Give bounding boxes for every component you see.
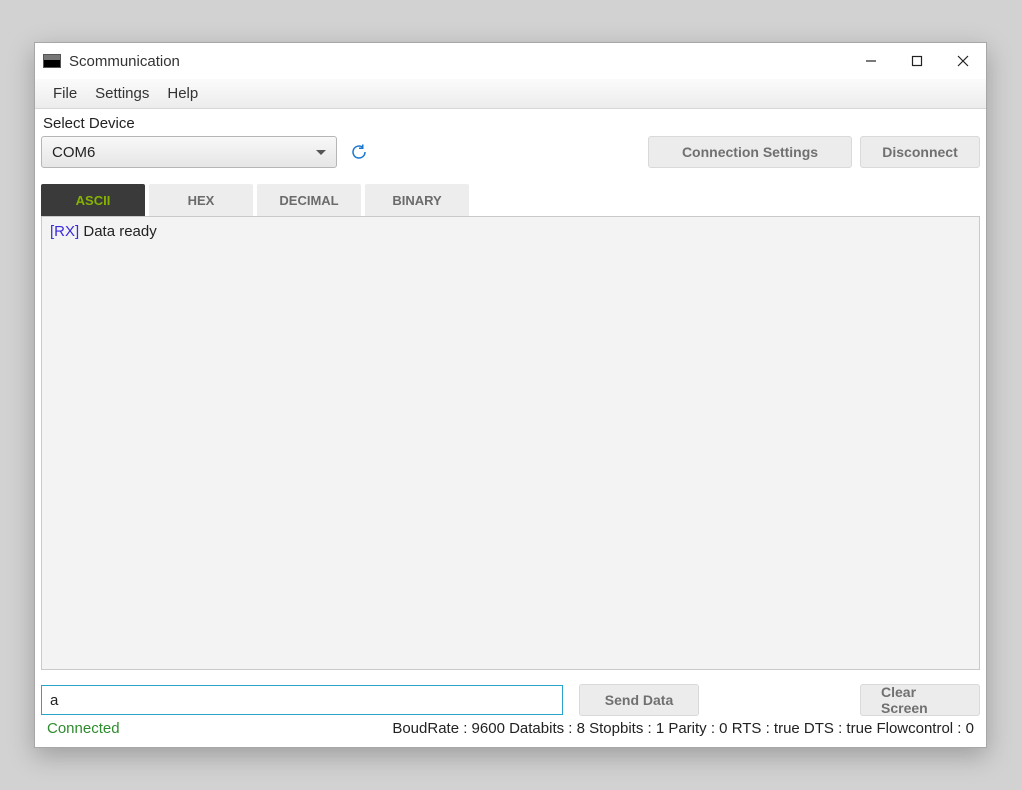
select-device-label: Select Device <box>41 113 980 132</box>
maximize-icon <box>911 55 923 67</box>
window-title: Scommunication <box>69 53 180 70</box>
terminal-line-text: Data ready <box>79 223 157 240</box>
menu-settings[interactable]: Settings <box>95 85 149 102</box>
send-input[interactable] <box>41 685 563 715</box>
tab-hex[interactable]: HEX <box>149 184 253 216</box>
minimize-button[interactable] <box>848 43 894 79</box>
device-dropdown[interactable]: COM6 <box>41 136 337 168</box>
send-data-button[interactable]: Send Data <box>579 684 699 716</box>
connection-params: BoudRate : 9600 Databits : 8 Stopbits : … <box>392 720 974 737</box>
content-area: Select Device COM6 Connection Settings D… <box>35 109 986 747</box>
device-selected-value: COM6 <box>52 144 95 161</box>
minimize-icon <box>865 55 877 67</box>
menubar: File Settings Help <box>35 79 986 109</box>
connection-settings-button[interactable]: Connection Settings <box>648 136 852 168</box>
format-tabs: ASCII HEX DECIMAL BINARY <box>41 184 980 216</box>
send-row: Send Data Clear Screen <box>41 684 980 716</box>
connection-status: Connected <box>47 720 120 737</box>
close-icon <box>957 55 969 67</box>
app-window: Scommunication File Settings Help Select… <box>34 42 987 748</box>
tab-binary[interactable]: BINARY <box>365 184 469 216</box>
disconnect-button[interactable]: Disconnect <box>860 136 980 168</box>
rx-tag: [RX] <box>50 223 79 240</box>
tab-decimal[interactable]: DECIMAL <box>257 184 361 216</box>
maximize-button[interactable] <box>894 43 940 79</box>
close-button[interactable] <box>940 43 986 79</box>
menu-file[interactable]: File <box>53 85 77 102</box>
device-row: COM6 Connection Settings Disconnect <box>41 136 980 168</box>
clear-screen-button[interactable]: Clear Screen <box>860 684 980 716</box>
app-icon <box>43 54 61 68</box>
menu-help[interactable]: Help <box>167 85 198 102</box>
refresh-icon <box>350 143 368 161</box>
terminal-output[interactable]: [RX] Data ready <box>41 216 980 670</box>
chevron-down-icon <box>316 150 326 155</box>
refresh-button[interactable] <box>345 138 373 166</box>
tab-ascii[interactable]: ASCII <box>41 184 145 216</box>
titlebar: Scommunication <box>35 43 986 79</box>
statusbar: Connected BoudRate : 9600 Databits : 8 S… <box>41 716 980 743</box>
